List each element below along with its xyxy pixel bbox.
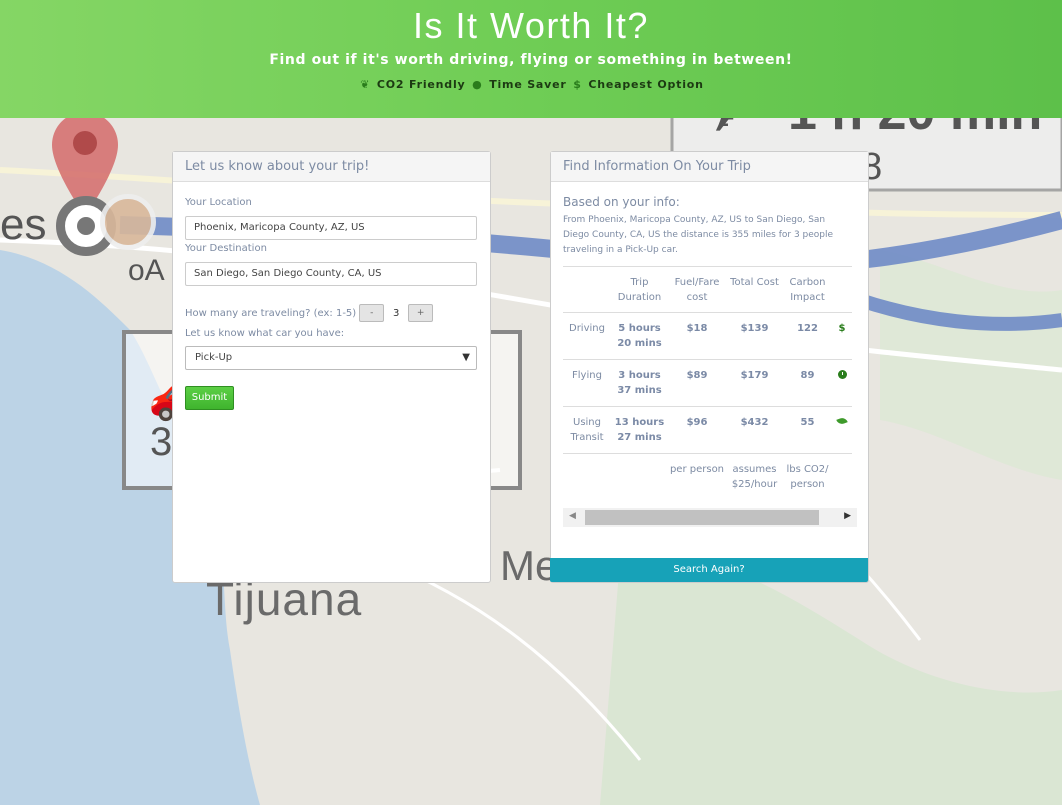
page-title: Is It Worth It? [413,5,649,46]
location-input[interactable]: Phoenix, Maricopa County, AZ, US [185,216,477,240]
location-label: Your Location [185,197,252,208]
scroll-left-icon[interactable]: ◀ [569,511,576,521]
carbon-cell: 55 [783,406,832,454]
destination-input[interactable]: San Diego, San Diego County, CA, US [185,262,477,286]
duration-cell: 3 hours 37 mins [611,359,668,407]
badge-cell [832,406,852,454]
column-header-fuel: Fuel/Fare cost [668,266,726,313]
footer-cell-co2: lbs CO2/ person [786,464,829,490]
carbon-cell: 122 [783,312,832,360]
footer-cell-assumes: assumes $25/hour [731,464,778,490]
badge-cell: $ [832,312,852,360]
map-background: es oA ✈ 1 h 20 min 88 🚗 3 Tijuana Me [0,0,1062,805]
destination-label: Your Destination [185,243,267,254]
table-header-row: Trip Duration Fuel/Fare cost Total Cost … [563,266,852,313]
column-header-total: Total Cost [726,266,783,313]
mode-cell: Driving [563,312,611,360]
table-row: Using Transit 13 hours 27 mins $96 $432 … [563,406,852,454]
dollar-icon: $ [838,323,846,334]
badge-cell [832,359,852,407]
clock-icon: ● [472,78,483,91]
table-row: Driving 5 hours 20 mins $18 $139 122 $ [563,312,852,360]
column-header-duration: Trip Duration [611,266,668,313]
table-row: Flying 3 hours 37 mins $89 $179 89 [563,359,852,407]
trip-form-panel: Let us know about your trip! Your Locati… [172,151,491,583]
trip-info-panel: Find Information On Your Trip Based on y… [550,151,869,583]
duration-cell: 5 hours 20 mins [611,312,668,360]
header-banner: Is It Worth It? Find out if it's worth d… [0,0,1062,118]
clock-icon [837,370,847,379]
mode-cell: Flying [563,359,611,407]
legend-time: Time Saver [489,78,567,91]
table-footer-row: per person assumes $25/hour lbs CO2/ per… [563,454,852,501]
leaf-icon: ❦ [360,78,371,91]
search-again-button[interactable]: Search Again? [550,558,868,582]
trip-info: Based on your info: From Phoenix, Marico… [551,182,868,527]
scrollbar-thumb[interactable] [585,510,819,525]
map-walk-icon [100,194,156,250]
column-header [832,266,852,313]
increment-button[interactable]: + [408,304,434,322]
legend-co2: CO2 Friendly [376,78,466,91]
decrement-button[interactable]: - [359,304,385,322]
chevron-down-icon: ▼ [462,352,470,363]
footer-cell [832,454,852,501]
map-label-es: es [0,200,47,249]
fuel-cell: $89 [668,359,726,407]
footer-cell [611,454,668,501]
car-select-value: Pick-Up [195,352,233,363]
travelers-row: How many are traveling? (ex: 1-5) - 3 + [185,304,478,322]
total-cell: $179 [726,359,783,407]
map-box-number: 3 [150,420,173,464]
footer-cell [563,454,611,501]
leaf-icon [836,416,848,426]
travelers-value[interactable]: 3 [384,308,408,319]
footer-cell-per-person: per person [669,464,725,475]
duration-cell: 13 hours 27 mins [611,406,668,454]
car-select[interactable]: Pick-Up ▼ [185,346,477,370]
dollar-icon: $ [573,78,582,91]
carbon-cell: 89 [783,359,832,407]
info-summary: From Phoenix, Maricopa County, AZ, US to… [563,215,834,255]
scroll-right-icon[interactable]: ▶ [844,511,851,521]
trip-info-heading: Find Information On Your Trip [551,152,868,182]
fuel-cell: $18 [668,312,726,360]
fuel-cell: $96 [668,406,726,454]
total-cell: $432 [726,406,783,454]
legend: ❦ CO2 Friendly ● Time Saver $ Cheapest O… [0,78,1062,91]
mode-cell: Using Transit [563,406,611,454]
car-label: Let us know what car you have: [185,328,345,339]
travelers-label: How many are traveling? (ex: 1-5) [185,307,357,319]
results-table: Trip Duration Fuel/Fare cost Total Cost … [563,266,852,500]
info-title: Based on your info: [563,195,680,209]
page-subtitle: Find out if it's worth driving, flying o… [269,52,793,68]
column-header-carbon: Carbon Impact [783,266,832,313]
column-header [563,266,611,313]
map-label-oa: oA [128,254,165,287]
submit-button[interactable]: Submit [185,386,234,410]
horizontal-scrollbar[interactable]: ◀ ▶ [563,508,857,527]
trip-form: Your Location Phoenix, Maricopa County, … [173,182,490,410]
legend-cheap: Cheapest Option [588,78,704,91]
trip-form-heading: Let us know about your trip! [173,152,490,182]
total-cell: $139 [726,312,783,360]
